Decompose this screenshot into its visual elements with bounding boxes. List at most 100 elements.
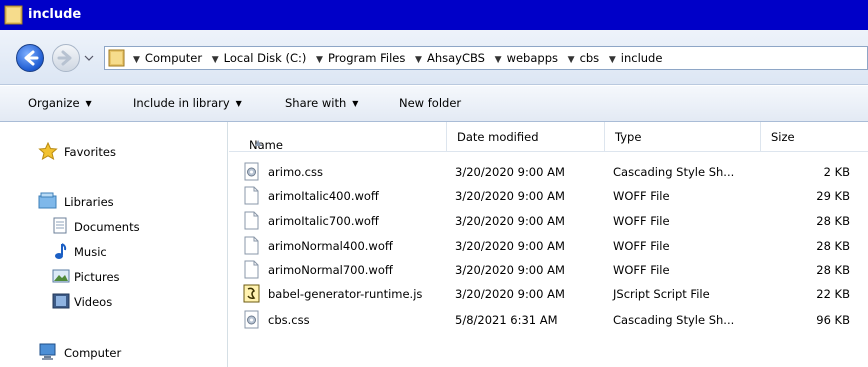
file-size: 22 KB [816, 287, 850, 301]
organize-button[interactable]: Organize ▼ [28, 96, 92, 110]
breadcrumb-separator-icon[interactable]: ▼ [212, 55, 219, 65]
file-row[interactable]: arimoNormal700.woff 3/20/2020 9:00 AM WOFF… [229, 258, 868, 282]
share-with-button[interactable]: Share with ▼ [285, 96, 358, 110]
breadcrumb-cbs[interactable]: cbs [580, 51, 600, 65]
column-header-date-modified[interactable]: Date modified [447, 122, 605, 151]
file-size: 28 KB [816, 239, 850, 253]
breadcrumb-separator-icon[interactable]: ▼ [568, 55, 575, 65]
file-name: cbs.css [268, 313, 310, 327]
breadcrumb-program-files[interactable]: Program Files [328, 51, 405, 65]
navigation-pane: Favorites Libraries Documents Music Pict… [0, 122, 228, 367]
file-size: 2 KB [823, 165, 850, 179]
dropdown-caret-icon: ▼ [235, 99, 242, 108]
nav-label: Libraries [64, 195, 114, 209]
include-in-library-label: Include in library [133, 96, 230, 110]
window-title: include [28, 7, 82, 22]
dropdown-caret-icon: ▼ [352, 99, 359, 108]
file-name: arimoItalic700.woff [268, 214, 379, 228]
nav-label: Computer [64, 346, 122, 360]
file-type: WOFF File [613, 214, 670, 228]
folder-icon [4, 5, 23, 25]
file-date-modified: 3/20/2020 9:00 AM [455, 263, 565, 277]
forward-arrow-icon [57, 50, 72, 66]
file-date-modified: 3/20/2020 9:00 AM [455, 287, 565, 301]
file-size: 28 KB [816, 263, 850, 277]
column-header-label: Type [615, 130, 642, 144]
file-name: arimoNormal700.woff [268, 263, 393, 277]
file-type: Cascading Style Sh... [613, 165, 735, 179]
file-type: WOFF File [613, 239, 670, 253]
column-headers: Name ▲ Date modified Type Size [229, 122, 868, 152]
css-file-icon [243, 310, 261, 333]
breadcrumb-computer[interactable]: Computer [145, 51, 202, 65]
file-row[interactable]: arimoItalic700.woff 3/20/2020 9:00 AM WOFF… [229, 209, 868, 233]
nav-label: Pictures [74, 270, 120, 284]
libraries-icon [38, 192, 57, 209]
breadcrumb-separator-icon[interactable]: ▼ [495, 55, 502, 65]
breadcrumb-separator-icon[interactable]: ▼ [609, 55, 616, 65]
css-file-icon [243, 162, 261, 185]
file-row[interactable]: arimoItalic400.woff 3/20/2020 9:00 AM WOFF… [229, 184, 868, 208]
breadcrumb-webapps[interactable]: webapps [507, 51, 558, 65]
file-date-modified: 3/20/2020 9:00 AM [455, 239, 565, 253]
address-bar-area: ▼ Computer ▼ Local Disk (C:) ▼ Program File… [0, 30, 868, 85]
file-name: babel-generator-runtime.js [268, 287, 423, 301]
file-type: Cascading Style Sh... [613, 313, 735, 327]
file-type: WOFF File [613, 263, 670, 277]
back-button[interactable] [16, 44, 44, 72]
file-date-modified: 3/20/2020 9:00 AM [455, 189, 565, 203]
file-type: WOFF File [613, 189, 670, 203]
breadcrumb-separator-icon[interactable]: ▼ [316, 55, 323, 65]
breadcrumb: ▼ Computer ▼ Local Disk (C:) ▼ Program File… [133, 51, 668, 65]
back-arrow-icon [24, 50, 39, 66]
music-note-icon [55, 243, 67, 259]
file-type: JScript Script File [613, 287, 710, 301]
file-name: arimoItalic400.woff [268, 189, 379, 203]
file-date-modified: 3/20/2020 9:00 AM [455, 214, 565, 228]
organize-label: Organize [28, 96, 80, 110]
include-in-library-button[interactable]: Include in library ▼ [133, 96, 242, 110]
forward-button[interactable] [52, 44, 80, 72]
script-file-icon [243, 284, 261, 307]
sort-ascending-icon: ▲ [255, 138, 262, 147]
file-size: 28 KB [816, 214, 850, 228]
pictures-icon [52, 269, 70, 283]
breadcrumb-include[interactable]: include [621, 51, 663, 65]
breadcrumb-local-disk[interactable]: Local Disk (C:) [224, 51, 307, 65]
computer-icon [39, 343, 56, 360]
nav-label: Documents [74, 220, 140, 234]
column-header-label: Size [771, 130, 795, 144]
nav-label: Favorites [64, 145, 116, 159]
breadcrumb-separator-icon[interactable]: ▼ [133, 55, 140, 65]
file-row[interactable]: cbs.css 5/8/2021 6:31 AM Cascading Style S… [229, 308, 868, 332]
documents-icon [53, 217, 67, 234]
new-folder-button[interactable]: New folder [399, 96, 461, 110]
breadcrumb-ahsaycbs[interactable]: AhsayCBS [427, 51, 485, 65]
folder-icon [108, 49, 125, 67]
column-header-size[interactable]: Size [761, 122, 868, 151]
nav-label: Videos [74, 295, 113, 309]
nav-label: Music [74, 245, 107, 259]
file-date-modified: 3/20/2020 9:00 AM [455, 165, 565, 179]
file-name: arimo.css [268, 165, 323, 179]
share-with-label: Share with [285, 96, 347, 110]
command-toolbar: Organize ▼ Include in library ▼ Share with… [0, 86, 868, 122]
file-date-modified: 5/8/2021 6:31 AM [455, 313, 558, 327]
dropdown-caret-icon: ▼ [85, 99, 92, 108]
recent-pages-chevron-icon[interactable] [84, 53, 94, 63]
title-bar: include [0, 0, 868, 30]
file-size: 96 KB [816, 313, 850, 327]
file-row[interactable]: babel-generator-runtime.js 3/20/2020 9:00… [229, 282, 868, 306]
column-header-name[interactable]: Name ▲ [229, 122, 447, 152]
file-row[interactable]: arimo.css 3/20/2020 9:00 AM Cascading Styl… [229, 160, 868, 184]
file-size: 29 KB [816, 189, 850, 203]
column-header-type[interactable]: Type [605, 122, 761, 151]
address-box[interactable]: ▼ Computer ▼ Local Disk (C:) ▼ Program File… [104, 46, 868, 70]
videos-icon [52, 293, 70, 309]
file-row[interactable]: arimoNormal400.woff 3/20/2020 9:00 AM WOFF… [229, 234, 868, 258]
blank-file-icon [243, 186, 261, 209]
file-name: arimoNormal400.woff [268, 239, 393, 253]
star-icon [38, 142, 58, 160]
breadcrumb-separator-icon[interactable]: ▼ [415, 55, 422, 65]
blank-file-icon [243, 260, 261, 283]
